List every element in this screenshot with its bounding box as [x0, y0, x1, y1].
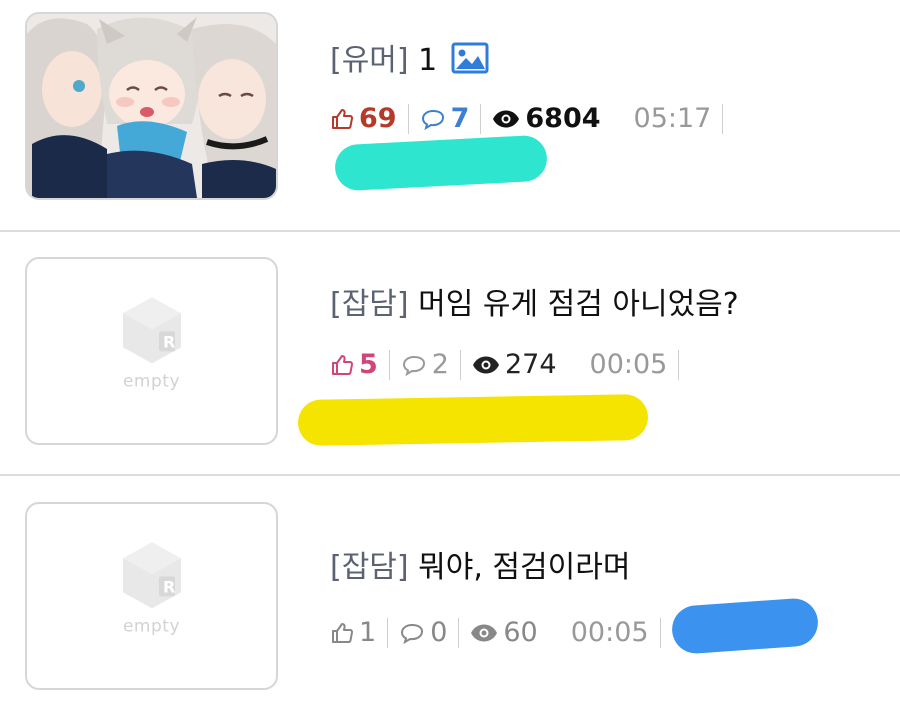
redaction-scribble [333, 134, 549, 192]
likes-count: 1 [359, 617, 377, 648]
comments-count: 7 [450, 103, 470, 134]
views: 274 [461, 349, 568, 380]
empty-label: empty [122, 371, 181, 392]
eye-icon [472, 356, 499, 373]
likes-count: 5 [359, 349, 378, 380]
svg-text:R: R [163, 577, 175, 596]
comments-count: 0 [430, 617, 448, 648]
post-thumbnail[interactable]: R empty [25, 257, 278, 445]
comments: 0 [388, 617, 458, 648]
post-category: [잡담] [330, 287, 409, 322]
post-thumbnail[interactable]: R empty [25, 502, 278, 690]
redaction-scribble [670, 596, 820, 656]
empty-thumbnail: R empty [121, 540, 183, 636]
thumbs-up-icon [332, 354, 353, 375]
post-title[interactable]: [잡담] 뭐야, 점검이라며 [330, 542, 630, 586]
comment-icon [421, 109, 444, 130]
views-count: 60 [503, 617, 538, 648]
likes: 1 [330, 617, 387, 648]
separator [678, 349, 680, 380]
ruliweb-logo-icon: R [122, 542, 181, 609]
redaction-scribble [297, 393, 649, 447]
empty-thumbnail: R empty [121, 295, 183, 391]
time-text: 00:05 [570, 617, 649, 648]
separator [659, 617, 661, 648]
views: 60 [459, 617, 548, 648]
post-time: 00:05 [568, 349, 679, 380]
comments-count: 2 [431, 349, 449, 380]
views-count: 274 [504, 349, 557, 380]
post-meta: 5 2 274 00:05 [330, 349, 680, 380]
time-text: 00:05 [589, 349, 668, 380]
likes: 69 [330, 103, 408, 134]
post-title-text: 뭐야, 점검이라며 [418, 550, 631, 585]
comments: 2 [390, 349, 460, 380]
post-title[interactable]: [유머] 1 [330, 35, 489, 79]
likes-count: 69 [359, 103, 397, 134]
post-time: 00:05 [549, 617, 660, 648]
svg-text:R: R [163, 332, 175, 351]
post-thumbnail[interactable] [25, 12, 278, 200]
comments: 7 [409, 103, 481, 134]
post-row[interactable]: [유머] 1 69 7 6804 05:17 [0, 0, 900, 230]
empty-label: empty [122, 616, 181, 637]
thumbs-up-icon [332, 108, 353, 129]
image-attachment-icon [451, 42, 489, 74]
post-title-text: 1 [418, 43, 438, 78]
comment-icon [402, 355, 425, 376]
eye-icon [471, 624, 498, 641]
post-category: [유머] [330, 43, 409, 78]
post-meta: 69 7 6804 05:17 [330, 103, 724, 134]
post-title-text: 머임 유게 점검 아니었음? [418, 287, 739, 322]
post-row[interactable]: R empty [잡담] 머임 유게 점검 아니었음? 5 2 274 00:0… [0, 232, 900, 474]
comment-icon [401, 623, 424, 644]
views: 6804 [481, 103, 611, 134]
likes: 5 [330, 349, 389, 380]
post-meta: 1 0 60 00:05 [330, 617, 661, 648]
post-category: [잡담] [330, 550, 409, 585]
post-title[interactable]: [잡담] 머임 유게 점검 아니었음? [330, 279, 739, 323]
anime-illustration-image [27, 14, 276, 198]
post-time: 05:17 [612, 103, 723, 134]
eye-icon [493, 110, 520, 127]
ruliweb-logo-icon: R [122, 297, 181, 364]
separator [722, 103, 724, 134]
time-text: 05:17 [633, 103, 712, 134]
post-row[interactable]: R empty [잡담] 뭐야, 점검이라며 1 0 60 00:05 [0, 476, 900, 713]
thumbs-up-icon [332, 622, 353, 643]
views-count: 6804 [525, 103, 601, 134]
